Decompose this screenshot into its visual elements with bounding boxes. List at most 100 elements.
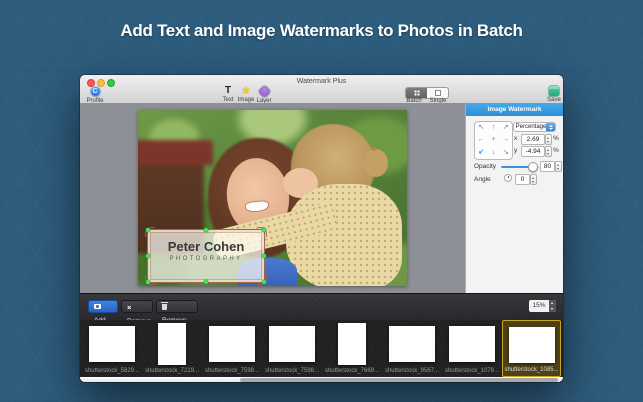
thumbnail-item[interactable]: shutterstock_1078... — [442, 320, 502, 377]
thumbnail-label: shutterstock_1078... — [442, 368, 502, 374]
thumbnail-label: shutterstock_7598... — [202, 368, 262, 374]
align-bottom-right-button[interactable]: ↘ — [500, 147, 512, 159]
watermark-overlay[interactable]: Peter Cohen PHOTOGRAPHY — [147, 229, 265, 283]
align-right-button[interactable]: → — [500, 134, 512, 146]
remove-button[interactable]: ×Remove — [121, 300, 153, 313]
inspector-title: Image Watermark — [466, 103, 563, 116]
thumbnail-item[interactable]: shutterstock_7598... — [262, 320, 322, 377]
dropdown-arrows-icon — [546, 123, 555, 131]
horizontal-scrollbar[interactable] — [80, 377, 563, 382]
image-watermark-button[interactable]: ★ Image — [236, 86, 256, 103]
x-input[interactable] — [521, 134, 545, 145]
selection-handle[interactable] — [262, 280, 266, 284]
remove-all-button[interactable]: Remove All — [156, 300, 198, 313]
batch-mode-button[interactable] — [406, 88, 427, 98]
thumbnail-image — [209, 326, 255, 362]
align-top-button[interactable]: ↑ — [487, 122, 499, 134]
save-button[interactable]: Save — [546, 86, 562, 103]
text-watermark-button[interactable]: T Text — [219, 86, 237, 103]
thumbnail-strip: shutterstock_5829... shutterstock_7219..… — [80, 320, 563, 377]
thumbnail-item[interactable]: shutterstock_9567... — [382, 320, 442, 377]
text-tool-icon: T — [219, 86, 237, 96]
banner-title: Add Text and Image Watermarks to Photos … — [0, 21, 643, 41]
selection-handle[interactable] — [204, 228, 208, 232]
profile-button[interactable]: C Profile — [83, 86, 107, 104]
selection-handle[interactable] — [262, 228, 266, 232]
thumbnail-zoom-control[interactable]: 15% — [529, 300, 556, 312]
thumbnail-item[interactable]: shutterstock_5829... — [82, 320, 142, 377]
watermark-subtitle-text: PHOTOGRAPHY — [148, 256, 264, 262]
angle-stepper[interactable] — [530, 174, 537, 185]
image-tool-icon: ★ — [236, 86, 256, 96]
x-label: x — [514, 135, 517, 142]
batch-grid-icon — [414, 91, 419, 96]
zoom-value: 15% — [532, 302, 545, 309]
add-button[interactable]: Add — [88, 300, 118, 313]
layer-icon — [254, 87, 274, 97]
thumbnail-image — [449, 326, 495, 362]
thumbnail-label: shutterstock_7219... — [142, 368, 202, 374]
y-stepper[interactable] — [545, 146, 552, 157]
photo-roof — [138, 140, 213, 165]
angle-input[interactable] — [515, 174, 530, 185]
thumbnail-item[interactable]: shutterstock_7669... — [322, 320, 382, 377]
batch-toolbar: Add ×Remove Remove All 15% — [80, 293, 563, 320]
camera-icon — [94, 304, 101, 309]
layer-button[interactable]: Layer — [254, 86, 274, 104]
photo-pigtail — [364, 149, 388, 177]
y-unit: % — [553, 147, 559, 154]
opacity-stepper[interactable] — [555, 161, 562, 172]
opacity-slider-thumb[interactable] — [528, 162, 538, 172]
selection-handle[interactable] — [146, 280, 150, 284]
align-top-right-button[interactable]: ↗ — [500, 122, 512, 134]
opacity-label: Opacity — [474, 163, 496, 170]
profile-icon: C — [90, 86, 101, 97]
unit-dropdown-value: Percentage — [514, 123, 548, 132]
title-bar: Watermark Plus C Profile T Text ★ Image … — [80, 75, 563, 104]
thumbnail-label: shutterstock_9567... — [382, 368, 442, 374]
align-bottom-button[interactable]: ↓ — [487, 147, 499, 159]
thumbnail-image — [158, 323, 186, 365]
angle-label: Angle — [474, 176, 491, 183]
single-mode-button[interactable] — [427, 88, 448, 98]
thumbnail-image — [389, 326, 435, 362]
position-pad: ↖ ↑ ↗ ← + → ↙ ↓ ↘ — [474, 121, 513, 160]
selection-handle[interactable] — [204, 280, 208, 284]
unit-dropdown[interactable]: Percentage — [513, 122, 556, 132]
selection-handle[interactable] — [146, 228, 150, 232]
save-icon — [549, 86, 559, 96]
thumbnail-label: shutterstock_7669... — [322, 368, 382, 374]
app-window: Watermark Plus C Profile T Text ★ Image … — [80, 75, 563, 382]
preview-photo[interactable]: Peter Cohen PHOTOGRAPHY — [138, 110, 407, 286]
y-input[interactable] — [521, 146, 545, 157]
thumbnail-item-selected[interactable]: shutterstock_1085... — [502, 320, 561, 377]
selection-handle[interactable] — [146, 254, 150, 258]
trash-icon — [162, 304, 167, 310]
align-center-button[interactable]: + — [487, 134, 499, 146]
align-top-left-button[interactable]: ↖ — [475, 122, 487, 134]
selection-handle[interactable] — [262, 254, 266, 258]
thumbnail-label: shutterstock_5829... — [82, 368, 142, 374]
x-icon: × — [127, 301, 131, 314]
window-title: Watermark Plus — [80, 78, 563, 85]
angle-dial[interactable] — [504, 174, 512, 182]
opacity-input[interactable] — [540, 161, 555, 172]
preview-canvas: Peter Cohen PHOTOGRAPHY — [80, 103, 465, 293]
zoom-stepper-icon — [549, 300, 556, 312]
thumbnail-image — [338, 323, 366, 365]
thumbnail-item[interactable]: shutterstock_7219... — [142, 320, 202, 377]
inspector-panel: Image Watermark ↖ ↑ ↗ ← + → ↙ ↓ ↘ Percen… — [465, 103, 563, 293]
x-unit: % — [553, 135, 559, 142]
thumbnail-image — [269, 326, 315, 362]
single-square-icon — [435, 90, 441, 96]
thumbnail-label: shutterstock_7598... — [262, 368, 322, 374]
photo-hair-tie — [372, 147, 376, 151]
thumbnail-image — [89, 326, 135, 362]
scrollbar-thumb[interactable] — [240, 378, 558, 382]
y-label: y — [514, 147, 517, 154]
x-stepper[interactable] — [545, 134, 552, 145]
align-left-button[interactable]: ← — [475, 134, 487, 146]
align-bottom-left-button[interactable]: ↙ — [475, 147, 487, 159]
thumbnail-item[interactable]: shutterstock_7598... — [202, 320, 262, 377]
thumbnail-image — [509, 327, 555, 363]
